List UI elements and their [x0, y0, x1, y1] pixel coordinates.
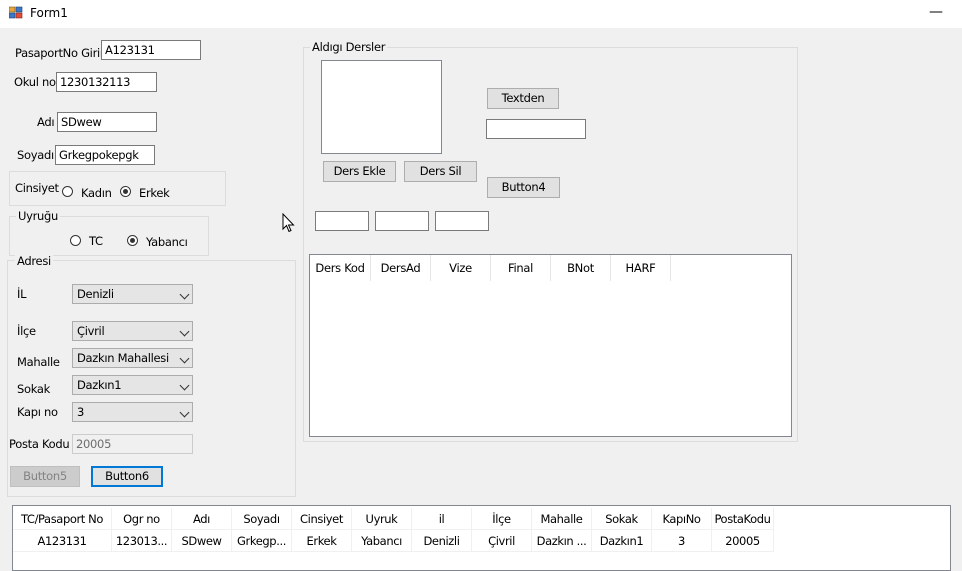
sokak-label: Sokak: [17, 382, 51, 396]
kapino-combo-value: 3: [77, 405, 85, 419]
kapino-combo[interactable]: 3: [72, 402, 193, 422]
chevron-down-icon: [179, 289, 190, 300]
textden-button[interactable]: Textden: [487, 88, 559, 109]
grid-header-cell[interactable]: Uyruk: [352, 508, 412, 530]
lv-col-ders-kod[interactable]: Ders Kod: [310, 255, 371, 281]
grid-cell[interactable]: Erkek: [292, 530, 352, 552]
sokak-combo[interactable]: Dazkın1: [72, 375, 193, 395]
il-combo-value: Denizli: [77, 287, 114, 301]
erkek-label[interactable]: Erkek: [139, 186, 170, 200]
soyadi-input[interactable]: Grkegpokepgk: [55, 145, 155, 165]
tc-label[interactable]: TC: [89, 234, 103, 248]
postakodu-label: Posta Kodu: [9, 437, 70, 451]
grid-header-cell[interactable]: il: [412, 508, 472, 530]
grid-row-divider: [13, 529, 774, 530]
lv-col-harf[interactable]: HARF: [611, 255, 671, 281]
kapino-label: Kapı no: [17, 405, 58, 419]
kadin-label[interactable]: Kadın: [81, 186, 112, 200]
mouse-cursor-icon: [282, 212, 296, 237]
button6[interactable]: Button6: [91, 466, 163, 487]
ders-listbox[interactable]: [321, 60, 442, 154]
grid-cell[interactable]: A123131: [13, 530, 112, 552]
ders-sil-button[interactable]: Ders Sil: [404, 161, 477, 182]
tc-radio[interactable]: [70, 235, 81, 246]
okulno-label: Okul no: [14, 75, 56, 89]
grid-cell[interactable]: Dazkın1: [592, 530, 652, 552]
lv-col-vize[interactable]: Vize: [431, 255, 491, 281]
grid-cell[interactable]: Grkegp...: [232, 530, 292, 552]
grid-cell[interactable]: Denizli: [412, 530, 472, 552]
grid-header-cell[interactable]: PostaKodu: [712, 508, 774, 530]
mahalle-combo-value: Dazkın Mahallesi: [77, 351, 169, 365]
textden-input[interactable]: [486, 119, 586, 139]
grid-cell[interactable]: Dazkın ...: [532, 530, 592, 552]
lv-col-bnot[interactable]: BNot: [551, 255, 611, 281]
kadin-radio[interactable]: [62, 186, 73, 197]
ders-listview[interactable]: Ders Kod DersAd Vize Final BNot HARF: [309, 254, 792, 437]
mahalle-combo[interactable]: Dazkın Mahallesi: [72, 348, 193, 368]
mahalle-label: Mahalle: [17, 355, 60, 369]
app-icon: [8, 6, 23, 20]
sokak-combo-value: Dazkın1: [77, 378, 122, 392]
ders-ekle-button[interactable]: Ders Ekle: [323, 161, 396, 182]
grid-cell[interactable]: SDwew: [172, 530, 232, 552]
adi-label: Adı: [37, 115, 55, 129]
ilce-label: İlçe: [17, 324, 36, 338]
il-combo[interactable]: Denizli: [72, 284, 193, 304]
grid-header-cell[interactable]: Mahalle: [532, 508, 592, 530]
not-input-2[interactable]: [375, 211, 429, 231]
grid-header-cell[interactable]: Cinsiyet: [292, 508, 352, 530]
yabanci-radio[interactable]: [127, 235, 138, 246]
grid-cell[interactable]: 3: [652, 530, 712, 552]
dersler-title: Aldıgı Dersler: [310, 40, 388, 54]
cinsiyet-title: Cinsiyet: [15, 181, 59, 195]
uyrugu-title: Uyruğu: [16, 209, 61, 223]
grid-header-cell[interactable]: Ogr no: [112, 508, 172, 530]
button5: Button5: [10, 466, 80, 487]
grid-row-divider: [13, 551, 774, 552]
not-input-3[interactable]: [435, 211, 489, 231]
ilce-combo-value: Çivril: [77, 324, 105, 338]
minimize-button[interactable]: —: [924, 2, 948, 24]
chevron-down-icon: [179, 380, 190, 391]
chevron-down-icon: [179, 407, 190, 418]
lv-col-dersad[interactable]: DersAd: [371, 255, 431, 281]
window-title: Form1: [30, 6, 68, 20]
postakodu-input: 20005: [72, 434, 193, 454]
yabanci-label[interactable]: Yabancı: [146, 235, 188, 249]
button4[interactable]: Button4: [487, 177, 560, 198]
soyadi-label: Soyadı: [17, 148, 54, 162]
grid-cell[interactable]: 123013...: [112, 530, 172, 552]
lv-col-final[interactable]: Final: [491, 255, 551, 281]
erkek-radio[interactable]: [120, 186, 131, 197]
grid-cell[interactable]: 20005: [712, 530, 774, 552]
grid-header-cell[interactable]: KapıNo: [652, 508, 712, 530]
il-label: İL: [17, 287, 27, 301]
adi-input[interactable]: SDwew: [57, 112, 157, 132]
title-bar: [0, 0, 962, 28]
chevron-down-icon: [179, 326, 190, 337]
adres-title: Adresi: [15, 254, 53, 268]
ogrenci-grid[interactable]: TC/Pasaport No Ogr no Adı Soyadı Cinsiyet Uyr…: [12, 505, 951, 571]
grid-header-cell[interactable]: Sokak: [592, 508, 652, 530]
grid-header-cell[interactable]: İlçe: [472, 508, 532, 530]
grid-cell[interactable]: Yabancı: [352, 530, 412, 552]
grid-header-cell[interactable]: TC/Pasaport No: [13, 508, 112, 530]
okulno-input[interactable]: 1230132113: [56, 72, 157, 92]
not-input-1[interactable]: [315, 211, 369, 231]
pasaport-input[interactable]: A123131: [101, 40, 201, 60]
grid-header-cell[interactable]: Adı: [172, 508, 232, 530]
chevron-down-icon: [179, 353, 190, 364]
grid-header-cell[interactable]: Soyadı: [232, 508, 292, 530]
ilce-combo[interactable]: Çivril: [72, 321, 193, 341]
grid-cell[interactable]: Çivril: [472, 530, 532, 552]
